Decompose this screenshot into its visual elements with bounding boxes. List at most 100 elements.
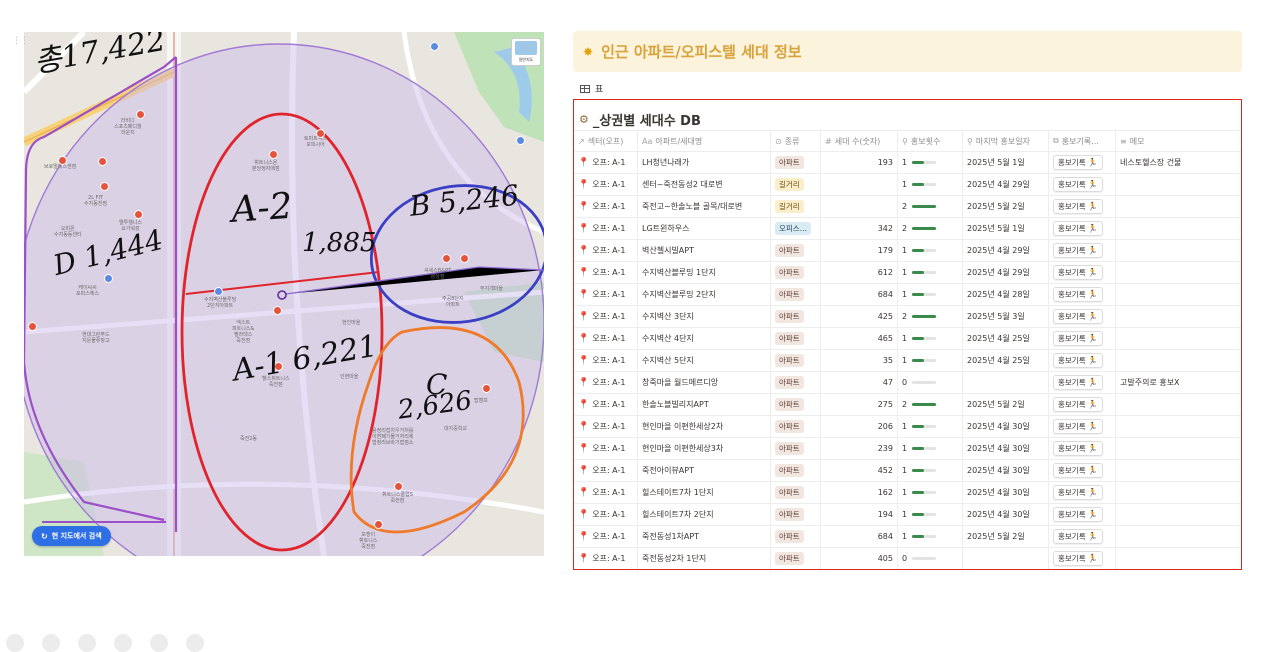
households-cell[interactable] (821, 196, 898, 217)
last-date-cell[interactable] (963, 548, 1049, 569)
last-date-cell[interactable]: 2025년 4월 30일 (963, 460, 1049, 481)
table-row[interactable]: 📍 오프: A-1 죽전아이뷰APT 아파트 452 1 2025년 4월 30일 홍보기록 🏃 (574, 460, 1241, 482)
promo-record-button[interactable]: 홍보기록 🏃 (1053, 353, 1103, 368)
type-cell[interactable]: 아파트 (771, 416, 821, 437)
households-cell[interactable]: 35 (821, 350, 898, 371)
type-cell[interactable]: 아파트 (771, 328, 821, 349)
memo-cell[interactable] (1116, 262, 1241, 283)
promo-record-button[interactable]: 홍보기록 🏃 (1053, 155, 1103, 170)
last-date-cell[interactable]: 2025년 4월 29일 (963, 240, 1049, 261)
sector-cell[interactable]: 📍 오프: A-1 (574, 284, 638, 305)
poi-marker-icon[interactable] (430, 42, 439, 51)
memo-cell[interactable] (1116, 526, 1241, 547)
promo-count-cell[interactable]: 1 (898, 240, 963, 261)
column-header[interactable]: ≡ 메모 (1116, 131, 1241, 151)
avatar[interactable] (42, 634, 60, 652)
promo-record-button[interactable]: 홍보기록 🏃 (1053, 221, 1103, 236)
poi-marker-icon[interactable] (316, 129, 325, 138)
memo-cell[interactable] (1116, 196, 1241, 217)
name-cell[interactable]: 수지벽산 5단지 (638, 350, 771, 371)
households-cell[interactable]: 684 (821, 284, 898, 305)
sector-cell[interactable]: 📍 오프: A-1 (574, 306, 638, 327)
column-header[interactable]: # 세대 수(숫자) (821, 131, 898, 151)
last-date-cell[interactable]: 2025년 4월 28일 (963, 284, 1049, 305)
sector-cell[interactable]: 📍 오프: A-1 (574, 152, 638, 173)
type-cell[interactable]: 길거리 (771, 174, 821, 195)
poi-marker-icon[interactable] (28, 322, 37, 331)
households-cell[interactable]: 684 (821, 526, 898, 547)
last-date-cell[interactable]: 2025년 5월 1일 (963, 218, 1049, 239)
promo-count-cell[interactable]: 1 (898, 350, 963, 371)
avatar[interactable] (6, 634, 24, 652)
poi-marker-icon[interactable] (214, 287, 223, 296)
poi-marker-icon[interactable] (100, 182, 109, 191)
promo-count-cell[interactable]: 1 (898, 152, 963, 173)
name-cell[interactable]: 죽전고~한솔노블 골목/대로변 (638, 196, 771, 217)
name-cell[interactable]: 죽전동성1차APT (638, 526, 771, 547)
name-cell[interactable]: LH청년나래가 (638, 152, 771, 173)
sector-cell[interactable]: 📍 오프: A-1 (574, 504, 638, 525)
sector-cell[interactable]: 📍 오프: A-1 (574, 416, 638, 437)
poi-marker-icon[interactable] (136, 110, 145, 119)
promo-count-cell[interactable]: 1 (898, 416, 963, 437)
table-row[interactable]: 📍 오프: A-1 현인마을 이편한세상2차 아파트 206 1 2025년 4월 30일 홍… (574, 416, 1241, 438)
sector-cell[interactable]: 📍 오프: A-1 (574, 548, 638, 569)
view-tab-table[interactable]: 표 (580, 82, 603, 95)
type-cell[interactable]: 아파트 (771, 152, 821, 173)
promo-record-button[interactable]: 홍보기록 🏃 (1053, 507, 1103, 522)
name-cell[interactable]: 수지벽산블루밍 2단지 (638, 284, 771, 305)
poi-marker-icon[interactable] (269, 150, 278, 159)
memo-cell[interactable] (1116, 460, 1241, 481)
promo-record-button[interactable]: 홍보기록 🏃 (1053, 331, 1103, 346)
last-date-cell[interactable]: 2025년 5월 2일 (963, 526, 1049, 547)
last-date-cell[interactable]: 2025년 5월 2일 (963, 394, 1049, 415)
table-row[interactable]: 📍 오프: A-1 LH청년나래가 아파트 193 1 2025년 5월 1일 홍보기록 🏃 네스… (574, 152, 1241, 174)
avatar[interactable] (78, 634, 96, 652)
promo-count-cell[interactable]: 1 (898, 174, 963, 195)
type-cell[interactable]: 길거리 (771, 196, 821, 217)
table-row[interactable]: 📍 오프: A-1 수지벽산블루밍 1단지 아파트 612 1 2025년 4월 29일 홍보… (574, 262, 1241, 284)
table-row[interactable]: 📍 오프: A-1 현인마을 이편한세상3차 아파트 239 1 2025년 4월 30일 홍… (574, 438, 1241, 460)
table-row[interactable]: 📍 오프: A-1 죽전동성2차 1단지 아파트 405 0 홍보기록 🏃 (574, 548, 1241, 569)
name-cell[interactable]: 수지벽산 3단지 (638, 306, 771, 327)
promo-record-button[interactable]: 홍보기록 🏃 (1053, 551, 1103, 566)
households-cell[interactable]: 47 (821, 372, 898, 393)
type-cell[interactable]: 아파트 (771, 482, 821, 503)
promo-count-cell[interactable]: 1 (898, 460, 963, 481)
promo-record-button[interactable]: 홍보기록 🏃 (1053, 287, 1103, 302)
promo-record-button[interactable]: 홍보기록 🏃 (1053, 243, 1103, 258)
households-cell[interactable]: 162 (821, 482, 898, 503)
promo-count-cell[interactable]: 2 (898, 394, 963, 415)
promo-record-button[interactable]: 홍보기록 🏃 (1053, 485, 1103, 500)
last-date-cell[interactable]: 2025년 4월 25일 (963, 350, 1049, 371)
name-cell[interactable]: 힐스테이트7차 1단지 (638, 482, 771, 503)
type-cell[interactable]: 아파트 (771, 372, 821, 393)
map-type-button[interactable]: 일반지도 (511, 38, 541, 66)
households-cell[interactable]: 193 (821, 152, 898, 173)
column-header[interactable]: ⧉ 홍보기록... (1049, 131, 1116, 151)
type-cell[interactable]: 아파트 (771, 350, 821, 371)
type-cell[interactable]: 아파트 (771, 460, 821, 481)
name-cell[interactable]: 수지벽산 4단지 (638, 328, 771, 349)
table-row[interactable]: 📍 오프: A-1 수지벽산 3단지 아파트 425 2 2025년 5월 3일 홍보기록 🏃 (574, 306, 1241, 328)
sector-cell[interactable]: 📍 오프: A-1 (574, 328, 638, 349)
type-cell[interactable]: 아파트 (771, 262, 821, 283)
type-cell[interactable]: 아파트 (771, 284, 821, 305)
sector-cell[interactable]: 📍 오프: A-1 (574, 438, 638, 459)
type-cell[interactable]: 아파트 (771, 526, 821, 547)
memo-cell[interactable] (1116, 438, 1241, 459)
poi-marker-icon[interactable] (273, 306, 282, 315)
promo-count-cell[interactable]: 1 (898, 328, 963, 349)
type-cell[interactable]: 아파트 (771, 240, 821, 261)
poi-marker-icon[interactable] (58, 156, 67, 165)
last-date-cell[interactable]: 2025년 4월 29일 (963, 262, 1049, 283)
avatar[interactable] (186, 634, 204, 652)
promo-record-button[interactable]: 홍보기록 🏃 (1053, 199, 1103, 214)
type-cell[interactable]: 아파트 (771, 548, 821, 569)
table-row[interactable]: 📍 오프: A-1 창죽마을 월드메르디앙 아파트 47 0 홍보기록 🏃 고발주의로 홍보X (574, 372, 1241, 394)
sector-cell[interactable]: 📍 오프: A-1 (574, 350, 638, 371)
households-cell[interactable]: 194 (821, 504, 898, 525)
promo-record-button[interactable]: 홍보기록 🏃 (1053, 441, 1103, 456)
promo-count-cell[interactable]: 2 (898, 218, 963, 239)
promo-count-cell[interactable]: 2 (898, 306, 963, 327)
